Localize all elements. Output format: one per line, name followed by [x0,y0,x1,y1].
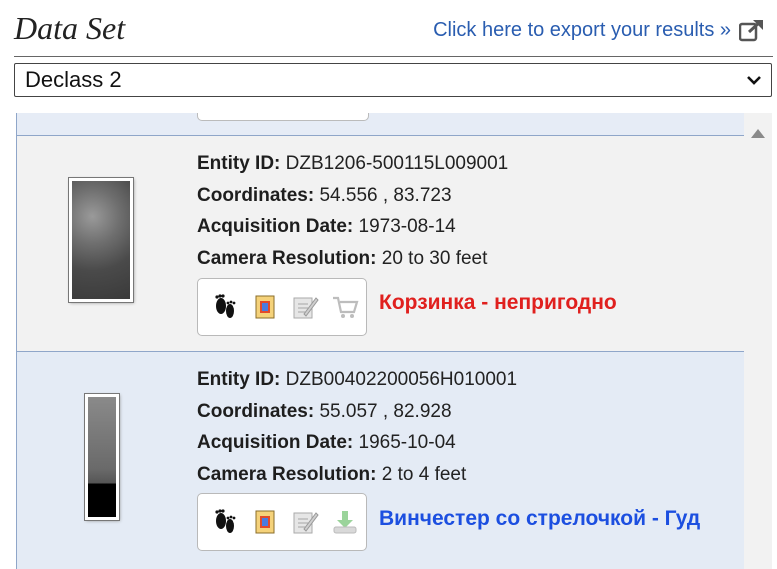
result-toolbar [197,278,367,336]
coordinates-line: Coordinates: 55.057 , 82.928 [197,400,452,422]
camera-resolution-line: Camera Resolution: 2 to 4 feet [197,463,467,485]
entity-id-line: Entity ID: DZB00402200056H010001 [197,369,518,390]
compare-icon[interactable] [288,505,322,539]
results-list: Entity ID: DZB1206-500115L009001 Coordin… [16,113,746,569]
header-divider [14,56,773,57]
entity-id-line: Entity ID: DZB1206-500115L009001 [197,153,509,174]
acquisition-date-value: 1965-10-04 [358,432,456,453]
dataset-select-value: Declass 2 [25,67,122,92]
camera-resolution-value: 2 to 4 feet [381,463,467,485]
entity-id-value: DZB00402200056H010001 [285,369,518,390]
acquisition-date-line: Acquisition Date: 1973-08-14 [197,216,456,237]
result-toolbar [197,493,367,551]
entity-id-value: DZB1206-500115L009001 [285,153,509,174]
export-label: Click here to export your results » [433,18,731,41]
export-results-link[interactable]: Click here to export your results » [433,18,765,42]
external-link-icon [739,19,763,42]
chevron-down-icon [747,76,761,85]
acquisition-date-value: 1973-08-14 [358,216,456,237]
camera-resolution-line: Camera Resolution: 20 to 30 feet [197,247,488,269]
thumbnail-image[interactable] [68,177,134,303]
scrollbar[interactable] [744,113,772,569]
footprint-icon[interactable] [208,290,242,324]
list-item-partial [17,113,745,136]
dataset-select[interactable]: Declass 2 [14,63,772,97]
compare-icon[interactable] [288,290,322,324]
list-item: Entity ID: DZB1206-500115L009001 Coordin… [17,136,745,352]
scroll-up-arrow-icon[interactable] [750,127,766,139]
header: Data Set Click here to export your resul… [0,0,777,60]
result-metadata: Entity ID: DZB1206-500115L009001 Coordin… [197,148,508,274]
thumbnail-image[interactable] [84,393,120,521]
list-item: Entity ID: DZB00402200056H010001 Coordin… [17,352,745,569]
footprint-icon[interactable] [208,505,242,539]
result-metadata: Entity ID: DZB00402200056H010001 Coordin… [197,364,517,490]
metadata-icon[interactable] [248,290,282,324]
coordinates-value: 54.556 , 83.723 [319,184,452,206]
result-note: Винчестер со стрелочкой - Гуд [379,507,701,530]
coordinates-line: Coordinates: 54.556 , 83.723 [197,184,452,206]
page-title: Data Set [14,10,126,46]
coordinates-value: 55.057 , 82.928 [319,400,452,422]
cart-icon[interactable] [328,290,362,324]
result-note: Корзинка - непригодно [379,291,617,314]
toolbar-partial [197,113,369,121]
download-icon[interactable] [328,505,362,539]
metadata-icon[interactable] [248,505,282,539]
acquisition-date-line: Acquisition Date: 1965-10-04 [197,432,456,453]
camera-resolution-value: 20 to 30 feet [381,247,488,269]
